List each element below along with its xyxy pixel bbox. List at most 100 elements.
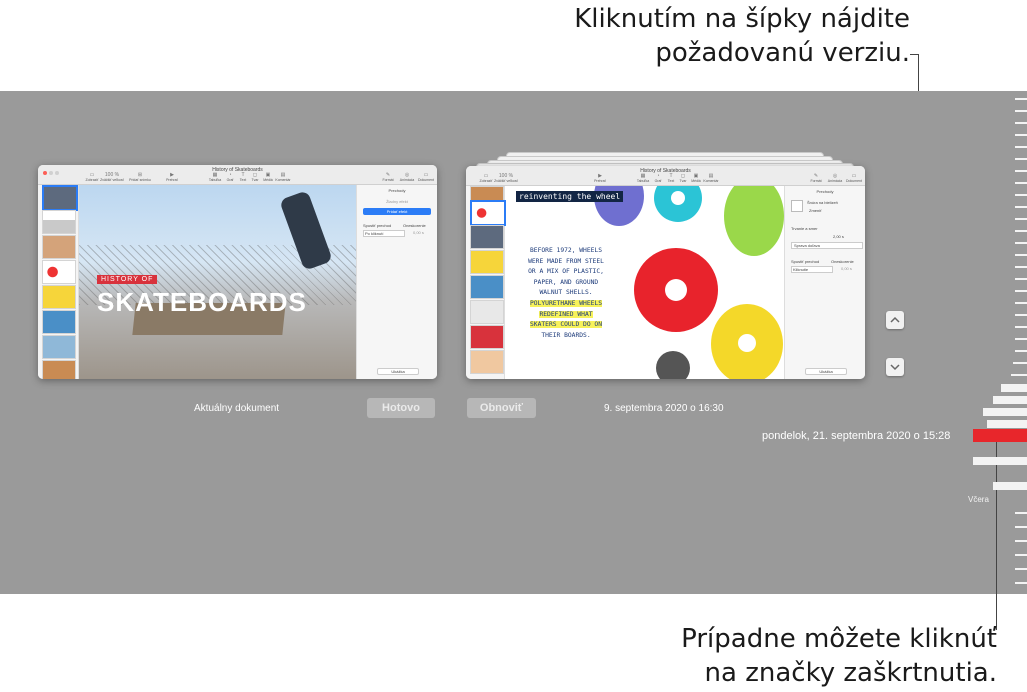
toolbar-play[interactable]: ▶ Prehrať [160,172,184,182]
timeline-tick[interactable] [1015,540,1027,542]
slide-thumbnail[interactable] [42,285,76,309]
slide-thumbnail [470,250,504,274]
chevron-down-icon [890,364,900,371]
timeline-tick[interactable] [1015,134,1027,136]
direction-select: Sprava doľava [791,242,863,249]
slide-thumbnail[interactable] [42,235,76,259]
timeline-tick[interactable] [1013,362,1027,364]
timeline-tick[interactable] [1015,254,1027,256]
preview-button[interactable]: Ukážka [377,368,419,375]
newer-version-button[interactable] [886,358,904,376]
toolbar-play: ▶ Prehrať [594,173,606,183]
slide-thumbnail [470,200,506,226]
slide-subtitle: HISTORY OF [97,275,158,284]
leader-line [996,440,997,630]
timeline-tick[interactable] [1015,206,1027,208]
toolbar-zoom[interactable]: 100 % Zväčšiť veľkosť [100,172,124,182]
timeline-tick[interactable] [1015,170,1027,172]
timeline-tick[interactable] [1015,194,1027,196]
slide-thumbnail [470,275,504,299]
slide-thumbnail[interactable] [42,310,76,334]
older-version-button[interactable] [886,311,904,329]
toolbar-comment[interactable]: ▤ Komentár [271,172,295,182]
callout-arrows: Kliknutím na šípky nájdite požadovanú ve… [574,2,910,70]
toolbar-document: ▭ Dokument [846,173,862,183]
timeline-tick[interactable] [987,420,1027,428]
toolbar-document[interactable]: ▭ Dokument [414,172,437,182]
timeline-tick[interactable] [1015,122,1027,124]
slide-canvas[interactable]: HISTORY OF SKATEBOARDS [79,185,356,379]
panel-effect: Žiadny efekt [386,199,408,204]
slide-thumbnail [470,300,504,324]
timeline-tick[interactable] [1015,158,1027,160]
leader-line [910,54,919,55]
duration-value: 2,00 s [833,234,844,239]
timeline-tick[interactable] [1015,582,1027,584]
timeline-tick[interactable] [1015,568,1027,570]
slide-thumbnail[interactable] [42,260,76,284]
toolbar: History of Skateboards ▭ Zobraziť 100 % Zv… [466,166,865,186]
timeline-tick[interactable] [1015,182,1027,184]
version-window[interactable]: History of Skateboards ▭ Zobraziť 100 % Zv… [466,166,865,379]
inspector-panel: Prechody Šnúra na bielizeň Zmeniť Trvani… [784,186,865,379]
timeline-tick[interactable] [1015,218,1027,220]
delay-stepper[interactable]: 0,00 s [413,230,424,235]
start-select[interactable]: Po kliknutí [363,230,405,237]
timeline-tick[interactable] [993,482,1027,490]
timeline-tick[interactable] [1015,278,1027,280]
selected-version-label: pondelok, 21. septembra 2020 o 15:28 [762,430,951,442]
timeline-tick[interactable] [1015,326,1027,328]
callout-arrows-line1: Kliknutím na šípky nájdite [574,4,910,34]
callout-ticks-line1: Prípadne môžete kliknúť [681,624,997,654]
slide-body: BEFORE 1972, WHEELS WERE MADE FROM STEEL… [528,247,604,339]
timeline-tick[interactable] [1015,146,1027,148]
slide-heading: reinventing the wheel [516,191,624,202]
toolbar-add-slide[interactable]: ⊞ Pridať snímku [128,172,152,182]
panel-header: Prechody [816,189,834,194]
timeline-tick[interactable] [1015,290,1027,292]
transition-preview-icon [791,200,803,212]
slide-navigator [38,185,79,379]
timeline-tick[interactable] [1015,338,1027,340]
timeline-tick[interactable] [1015,230,1027,232]
timeline-tick[interactable] [1015,314,1027,316]
timeline-selected-tick[interactable] [973,429,1027,442]
version-date: 9. septembra 2020 o 16:30 [604,403,724,414]
done-button[interactable]: Hotovo [367,398,435,418]
delay-stepper: 0,00 s [841,266,852,271]
timeline-tick[interactable] [983,408,1027,416]
slide-thumbnail[interactable] [42,185,78,211]
slide-thumbnail[interactable] [42,360,76,379]
timeline-tick[interactable] [1015,266,1027,268]
timeline-tick[interactable] [1015,554,1027,556]
timeline-tick[interactable] [1015,98,1027,100]
wheel-image [654,186,702,222]
timeline-tick[interactable] [1015,242,1027,244]
current-document-window[interactable]: History of Skateboards ▭ Zobraziť 100 % Zv… [38,165,437,379]
restore-button[interactable]: Obnoviť [467,398,536,418]
slide-navigator [466,186,506,379]
yesterday-label: Včera [968,495,989,504]
timeline-tick[interactable] [1015,512,1027,514]
slide-thumbnail[interactable] [42,335,76,359]
timeline-tick[interactable] [1015,302,1027,304]
panel-effect: Šnúra na bielizeň [807,200,838,205]
timeline-tick[interactable] [1015,526,1027,528]
slide-thumbnail [470,225,504,249]
current-document-label: Aktuálny dokument [194,403,280,414]
timeline-tick[interactable] [1001,384,1027,392]
wheel-image [724,186,784,256]
timeline-tick[interactable] [1015,110,1027,112]
callout-arrows-line2: požadovanú verziu. [655,38,910,68]
add-effect-button[interactable]: Pridať efekt [363,208,431,215]
timeline-tick[interactable] [993,396,1027,404]
callout-ticks-line2: na značky zaškrtnutia. [704,658,997,688]
wheel-image [634,248,718,332]
slide-thumbnail[interactable] [42,210,76,234]
timeline-tick[interactable] [1011,374,1027,376]
start-label: Spustiť prechod [363,223,392,228]
wheel-image [711,304,783,379]
timeline-tick[interactable] [973,457,1027,465]
slide-thumbnail [470,325,504,349]
timeline-tick[interactable] [1015,350,1027,352]
